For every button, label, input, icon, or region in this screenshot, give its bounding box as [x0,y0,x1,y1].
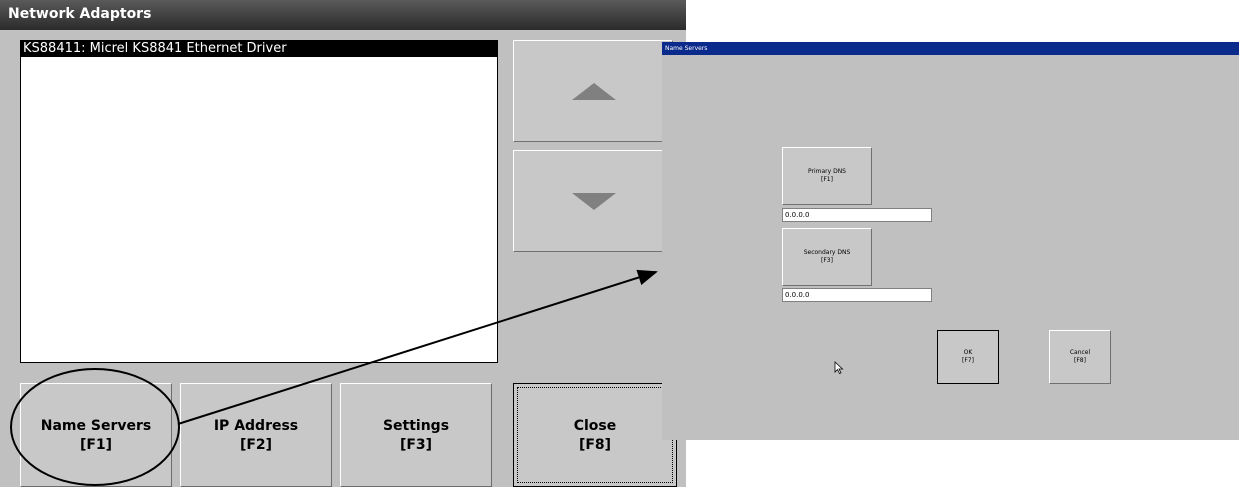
button-label: Close [573,417,617,434]
button-label: Settings [382,417,450,434]
button-key: [F2] [239,436,273,453]
settings-button[interactable]: Settings [F3] [340,383,492,487]
primary-dns-input[interactable] [782,208,932,222]
scroll-down-button[interactable] [513,150,673,252]
adapter-list[interactable]: KS88411: Micrel KS8841 Ethernet Driver [20,40,498,363]
triangle-up-icon [572,83,616,100]
name-servers-window: Name Servers Primary DNS [F1] Secondary … [662,42,1239,440]
ip-address-button[interactable]: IP Address [F2] [180,383,332,487]
button-key: [F1] [79,436,113,453]
button-label: Primary DNS [807,168,846,175]
button-label: Name Servers [40,417,152,434]
secondary-dns-input[interactable] [782,288,932,302]
button-label: Secondary DNS [803,249,851,256]
button-label: OK [963,349,973,356]
secondary-dns-button[interactable]: Secondary DNS [F3] [782,228,872,286]
button-key: [F3] [821,257,833,264]
network-adaptors-window: Network Adaptors KS88411: Micrel KS8841 … [0,0,686,487]
cancel-button[interactable]: Cancel [F8] [1049,330,1111,384]
primary-dns-button[interactable]: Primary DNS [F1] [782,147,872,205]
ok-button[interactable]: OK [F7] [937,330,999,384]
button-label: IP Address [213,417,299,434]
close-button[interactable]: Close [F8] [513,383,677,487]
list-item-selected[interactable]: KS88411: Micrel KS8841 Ethernet Driver [21,41,497,57]
window-title: Network Adaptors [0,0,686,30]
triangle-down-icon [572,193,616,210]
window-title: Name Servers [662,42,1239,55]
mouse-pointer-icon [834,361,844,375]
name-servers-button[interactable]: Name Servers [F1] [20,383,172,487]
button-key: [F1] [821,176,833,183]
button-label: Cancel [1069,349,1091,356]
button-key: [F3] [399,436,433,453]
button-key: [F8] [578,436,612,453]
button-key: [F8] [1074,357,1086,364]
scroll-up-button[interactable] [513,40,673,142]
button-key: [F7] [962,357,974,364]
